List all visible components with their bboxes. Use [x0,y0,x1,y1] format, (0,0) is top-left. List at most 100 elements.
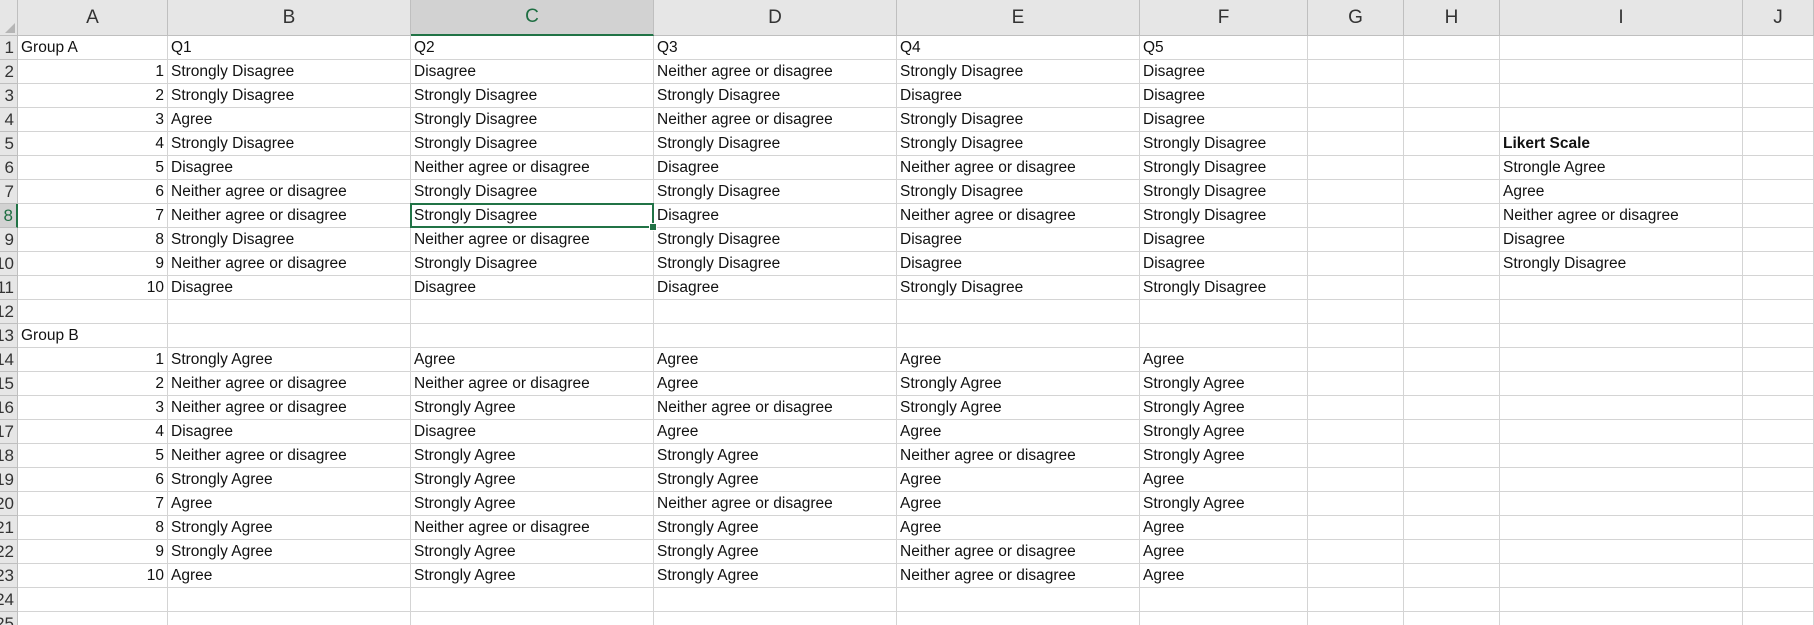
row-header-17[interactable]: 17 [0,420,18,444]
cell-a8[interactable]: 7 [18,204,168,228]
cell-j25[interactable] [1743,612,1814,625]
cell-b18[interactable]: Neither agree or disagree [168,444,411,468]
cell-c12[interactable] [411,300,654,324]
cell-d16[interactable]: Neither agree or disagree [654,396,897,420]
row-header-6[interactable]: 6 [0,156,18,180]
cell-b25[interactable] [168,612,411,625]
cell-i4[interactable] [1500,108,1743,132]
cell-c15[interactable]: Neither agree or disagree [411,372,654,396]
row-header-5[interactable]: 5 [0,132,18,156]
cell-a3[interactable]: 2 [18,84,168,108]
cell-d14[interactable]: Agree [654,348,897,372]
cell-i18[interactable] [1500,444,1743,468]
cell-e23[interactable]: Neither agree or disagree [897,564,1140,588]
cell-d22[interactable]: Strongly Agree [654,540,897,564]
cell-d2[interactable]: Neither agree or disagree [654,60,897,84]
cell-f14[interactable]: Agree [1140,348,1308,372]
cell-c11[interactable]: Disagree [411,276,654,300]
cell-c20[interactable]: Strongly Agree [411,492,654,516]
cell-a19[interactable]: 6 [18,468,168,492]
cell-b16[interactable]: Neither agree or disagree [168,396,411,420]
cell-i12[interactable] [1500,300,1743,324]
cell-g20[interactable] [1308,492,1404,516]
cell-g9[interactable] [1308,228,1404,252]
row-header-22[interactable]: 22 [0,540,18,564]
cell-h16[interactable] [1404,396,1500,420]
cell-c5[interactable]: Strongly Disagree [411,132,654,156]
cell-a18[interactable]: 5 [18,444,168,468]
row-header-19[interactable]: 19 [0,468,18,492]
cell-e21[interactable]: Agree [897,516,1140,540]
cell-i6[interactable]: Strongle Agree [1500,156,1743,180]
cell-g14[interactable] [1308,348,1404,372]
cell-h21[interactable] [1404,516,1500,540]
cell-j6[interactable] [1743,156,1814,180]
column-header-f[interactable]: F [1140,0,1308,36]
column-header-d[interactable]: D [654,0,897,36]
cell-f16[interactable]: Strongly Agree [1140,396,1308,420]
cell-e4[interactable]: Strongly Disagree [897,108,1140,132]
cell-c3[interactable]: Strongly Disagree [411,84,654,108]
cell-f4[interactable]: Disagree [1140,108,1308,132]
cell-d23[interactable]: Strongly Agree [654,564,897,588]
cell-a21[interactable]: 8 [18,516,168,540]
cell-e2[interactable]: Strongly Disagree [897,60,1140,84]
column-header-e[interactable]: E [897,0,1140,36]
row-header-14[interactable]: 14 [0,348,18,372]
cell-f20[interactable]: Strongly Agree [1140,492,1308,516]
cell-b24[interactable] [168,588,411,612]
cell-f1[interactable]: Q5 [1140,36,1308,60]
cell-j10[interactable] [1743,252,1814,276]
cell-g11[interactable] [1308,276,1404,300]
cell-e9[interactable]: Disagree [897,228,1140,252]
cell-g13[interactable] [1308,324,1404,348]
column-header-a[interactable]: A [18,0,168,36]
cell-f25[interactable] [1140,612,1308,625]
column-header-c[interactable]: C [411,0,654,36]
cell-h6[interactable] [1404,156,1500,180]
cell-e13[interactable] [897,324,1140,348]
cell-b14[interactable]: Strongly Agree [168,348,411,372]
cell-i3[interactable] [1500,84,1743,108]
cell-a23[interactable]: 10 [18,564,168,588]
cell-h13[interactable] [1404,324,1500,348]
cell-i17[interactable] [1500,420,1743,444]
cell-i14[interactable] [1500,348,1743,372]
cell-g18[interactable] [1308,444,1404,468]
cell-c7[interactable]: Strongly Disagree [411,180,654,204]
cell-f17[interactable]: Strongly Agree [1140,420,1308,444]
cell-b6[interactable]: Disagree [168,156,411,180]
cell-j1[interactable] [1743,36,1814,60]
cell-g25[interactable] [1308,612,1404,625]
cell-h2[interactable] [1404,60,1500,84]
cell-a15[interactable]: 2 [18,372,168,396]
cell-a1[interactable]: Group A [18,36,168,60]
cell-f3[interactable]: Disagree [1140,84,1308,108]
cell-j23[interactable] [1743,564,1814,588]
row-header-10[interactable]: 10 [0,252,18,276]
column-header-b[interactable]: B [168,0,411,36]
cell-h4[interactable] [1404,108,1500,132]
cell-f13[interactable] [1140,324,1308,348]
cell-a5[interactable]: 4 [18,132,168,156]
cell-a17[interactable]: 4 [18,420,168,444]
cell-d12[interactable] [654,300,897,324]
cell-i2[interactable] [1500,60,1743,84]
cell-d25[interactable] [654,612,897,625]
cell-i23[interactable] [1500,564,1743,588]
cell-j12[interactable] [1743,300,1814,324]
column-header-j[interactable]: J [1743,0,1814,36]
cell-g4[interactable] [1308,108,1404,132]
cell-g17[interactable] [1308,420,1404,444]
cell-i16[interactable] [1500,396,1743,420]
cell-d9[interactable]: Strongly Disagree [654,228,897,252]
cell-h1[interactable] [1404,36,1500,60]
cell-c16[interactable]: Strongly Agree [411,396,654,420]
select-all-corner[interactable] [0,0,18,36]
row-header-12[interactable]: 12 [0,300,18,324]
cell-f11[interactable]: Strongly Disagree [1140,276,1308,300]
cell-c2[interactable]: Disagree [411,60,654,84]
cell-b4[interactable]: Agree [168,108,411,132]
cell-i7[interactable]: Agree [1500,180,1743,204]
cell-g23[interactable] [1308,564,1404,588]
